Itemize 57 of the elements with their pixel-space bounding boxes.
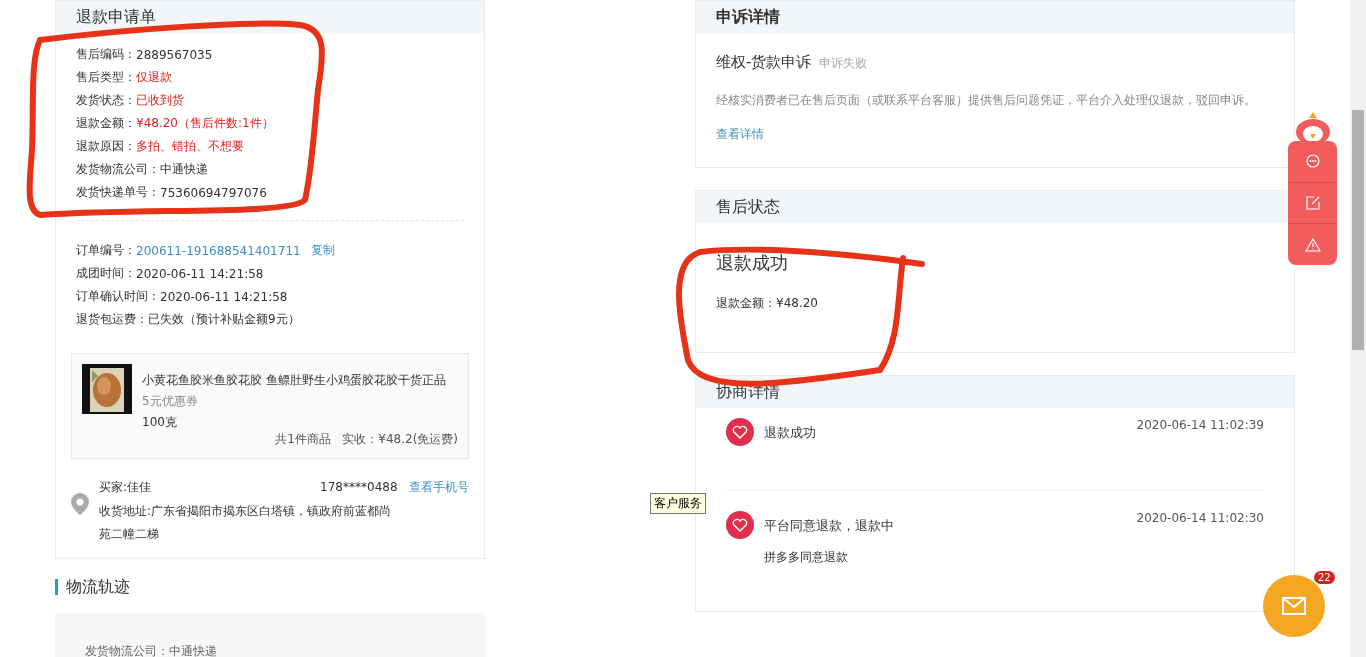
field-value: 中通快递 [160, 161, 208, 178]
field-label: 成团时间： [76, 265, 136, 282]
field-label: 发货快递单号： [76, 184, 160, 201]
appeal-name: 维权-货款申诉 [716, 53, 812, 72]
field-value: ¥48.20（售后件数:1件） [136, 115, 274, 132]
section-title: 物流轨迹 [55, 579, 485, 595]
chat-icon [1305, 154, 1320, 169]
entry-title: 平台同意退款，退款中 [764, 517, 895, 535]
field-label: 发货状态： [76, 92, 136, 109]
entry-title: 退款成功 [764, 424, 817, 442]
entry-time: 2020-06-14 11:02:39 [1136, 418, 1264, 434]
field-value: 多拍、错拍、不想要 [136, 138, 244, 155]
entry-note: 拼多多同意退款 [764, 549, 849, 566]
scrollbar-thumb[interactable] [1352, 110, 1364, 350]
field-label: 退款原因： [76, 138, 136, 155]
card-title: 退款申请单 [56, 1, 484, 33]
copy-link[interactable]: 复制 [310, 242, 335, 259]
view-details-link[interactable]: 查看详情 [716, 126, 1274, 143]
unread-badge: 22 [1314, 571, 1335, 584]
logistics-line: 发货物流公司：中通快递 [85, 644, 217, 657]
refund-amount: 退款金额：¥48.20 [716, 295, 819, 312]
item-count: 共1件商品 [275, 432, 331, 446]
field-label: 售后类型： [76, 69, 136, 86]
product-spec: 100克 [142, 414, 178, 431]
appeal-description: 经核实消费者已在售后页面（或联系平台客服）提供售后问题凭证，平台介入处理仅退款，驳回申诉。 [716, 92, 1257, 109]
field-label: 订单编号： [76, 242, 136, 259]
field-label: 订单确认时间： [76, 288, 160, 305]
buyer-name: 买家:佳佳 [99, 479, 152, 496]
field-label: 发货物流公司： [76, 161, 160, 178]
entry-time: 2020-06-14 11:02:30 [1136, 511, 1264, 527]
product-name: 小黄花鱼胶米鱼胶花胶 鱼鳔肚野生小鸡蛋胶花胶干货正品 [142, 372, 446, 389]
field-value: 2020-06-11 14:21:58 [136, 266, 264, 281]
order-number-link[interactable]: 200611-191688541401711 [136, 243, 301, 258]
field-value: 2020-06-11 14:21:58 [160, 289, 288, 304]
address-text: 收货地址:广东省揭阳市揭东区白塔镇，镇政府前蓝都尚苑二幢二梯 [99, 503, 393, 543]
edit-icon [1305, 196, 1320, 210]
field-label: 退货包运费： [76, 311, 148, 328]
field-value: 已失效（预计补贴金额9元） [148, 311, 300, 328]
location-pin-icon [71, 493, 89, 515]
phone-number: 178****0488 [320, 480, 398, 494]
field-value: 已收到货 [136, 92, 184, 109]
field-label: 退款金额： [76, 115, 136, 132]
mail-icon [1282, 597, 1306, 615]
warning-icon [1304, 237, 1321, 252]
paid-amount: 实收：¥48.2(免运费) [342, 432, 458, 446]
field-value: 2889567035 [136, 47, 213, 62]
heart-logo-icon [726, 418, 754, 446]
tooltip: 客户服务 [650, 493, 706, 514]
appeal-status: 申诉失败 [819, 55, 868, 72]
coupon-text: 5元优惠券 [142, 393, 199, 410]
field-value: 75360694797076 [160, 185, 267, 200]
card-title: 申诉详情 [696, 1, 1294, 33]
view-phone-link[interactable]: 查看手机号 [409, 480, 469, 494]
field-value: 仅退款 [136, 69, 172, 86]
heart-logo-icon [726, 511, 754, 539]
refund-status: 退款成功 [716, 251, 789, 275]
field-label: 售后编码： [76, 46, 136, 63]
